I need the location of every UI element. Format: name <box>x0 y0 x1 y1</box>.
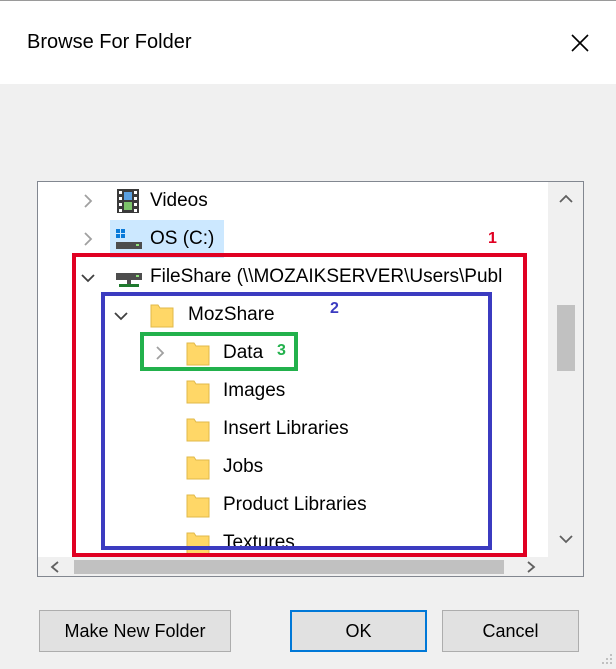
horizontal-scrollbar[interactable] <box>38 557 548 576</box>
folder-icon <box>150 304 174 328</box>
chevron-up-icon <box>559 194 573 203</box>
annotation-number-1: 1 <box>488 230 497 247</box>
folder-icon <box>186 494 210 518</box>
tree-item-label: MozShare <box>188 304 275 325</box>
tree-item-images[interactable]: Images <box>38 372 548 410</box>
chevron-right-icon <box>527 561 536 573</box>
scroll-up-button[interactable] <box>548 182 583 216</box>
dialog-title: Browse For Folder <box>27 31 192 53</box>
make-new-folder-button[interactable]: Make New Folder <box>39 610 231 652</box>
tree-item-label: Insert Libraries <box>223 418 349 439</box>
title-bar[interactable]: Browse For Folder <box>0 0 616 84</box>
scroll-right-button[interactable] <box>514 557 548 576</box>
tree-item-label: Images <box>223 380 286 401</box>
folder-icon <box>186 380 210 404</box>
tree-item-product-libraries[interactable]: Product Libraries <box>38 486 548 524</box>
ok-button[interactable]: OK <box>290 610 427 652</box>
tree-item-insert-libraries[interactable]: Insert Libraries <box>38 410 548 448</box>
tree-item-label: FileShare (\\MOZAIKSERVER\Users\Publ <box>150 266 503 287</box>
tree-item-label: Videos <box>150 190 208 211</box>
folder-icon <box>186 456 210 480</box>
chevron-right-icon[interactable] <box>83 194 93 208</box>
tree-item-fileshare[interactable]: FileShare (\\MOZAIKSERVER\Users\Publ <box>38 258 548 296</box>
scrollbar-corner <box>548 557 583 576</box>
make-new-folder-label: Make New Folder <box>64 620 206 641</box>
vertical-scroll-thumb[interactable] <box>557 305 575 371</box>
scroll-left-button[interactable] <box>38 557 72 576</box>
horizontal-scroll-thumb[interactable] <box>74 560 504 574</box>
annotation-number-3: 3 <box>277 342 286 359</box>
folder-icon <box>186 418 210 442</box>
resize-grip-icon[interactable] <box>600 652 614 666</box>
tree-item-jobs[interactable]: Jobs <box>38 448 548 486</box>
tree-item-mozshare[interactable]: MozShare <box>38 296 548 334</box>
folder-icon <box>186 532 210 556</box>
cancel-button[interactable]: Cancel <box>442 610 579 652</box>
chevron-down-icon[interactable] <box>81 273 95 283</box>
vertical-scrollbar[interactable] <box>548 182 583 557</box>
cancel-label: Cancel <box>482 620 539 641</box>
network-drive-icon <box>116 273 142 287</box>
annotation-number-2: 2 <box>330 300 339 317</box>
ok-label: OK <box>345 620 372 641</box>
close-icon <box>571 34 589 52</box>
tree-item-label: Textures <box>223 532 295 553</box>
close-button[interactable] <box>560 23 600 63</box>
chevron-right-icon[interactable] <box>155 346 165 360</box>
tree-item-data[interactable]: Data <box>38 334 548 372</box>
tree-item-label: Jobs <box>223 456 264 477</box>
chevron-down-icon <box>559 535 573 544</box>
folder-icon <box>186 342 210 366</box>
browse-for-folder-dialog: Browse For Folder Videos OS (C:) FileSha… <box>0 0 616 669</box>
tree-item-videos[interactable]: Videos <box>38 182 548 220</box>
drive-icon <box>116 229 142 249</box>
tree-item-label: OS (C:) <box>150 228 215 249</box>
tree-item-label: Data <box>223 342 264 363</box>
folder-tree[interactable]: Videos OS (C:) FileShare (\\MOZAIKSERVER… <box>37 181 584 577</box>
tree-item-label: Product Libraries <box>223 494 367 515</box>
chevron-down-icon[interactable] <box>114 311 128 321</box>
videos-icon <box>117 189 139 213</box>
chevron-left-icon <box>50 561 59 573</box>
chevron-right-icon[interactable] <box>83 232 93 246</box>
scroll-down-button[interactable] <box>548 522 583 556</box>
